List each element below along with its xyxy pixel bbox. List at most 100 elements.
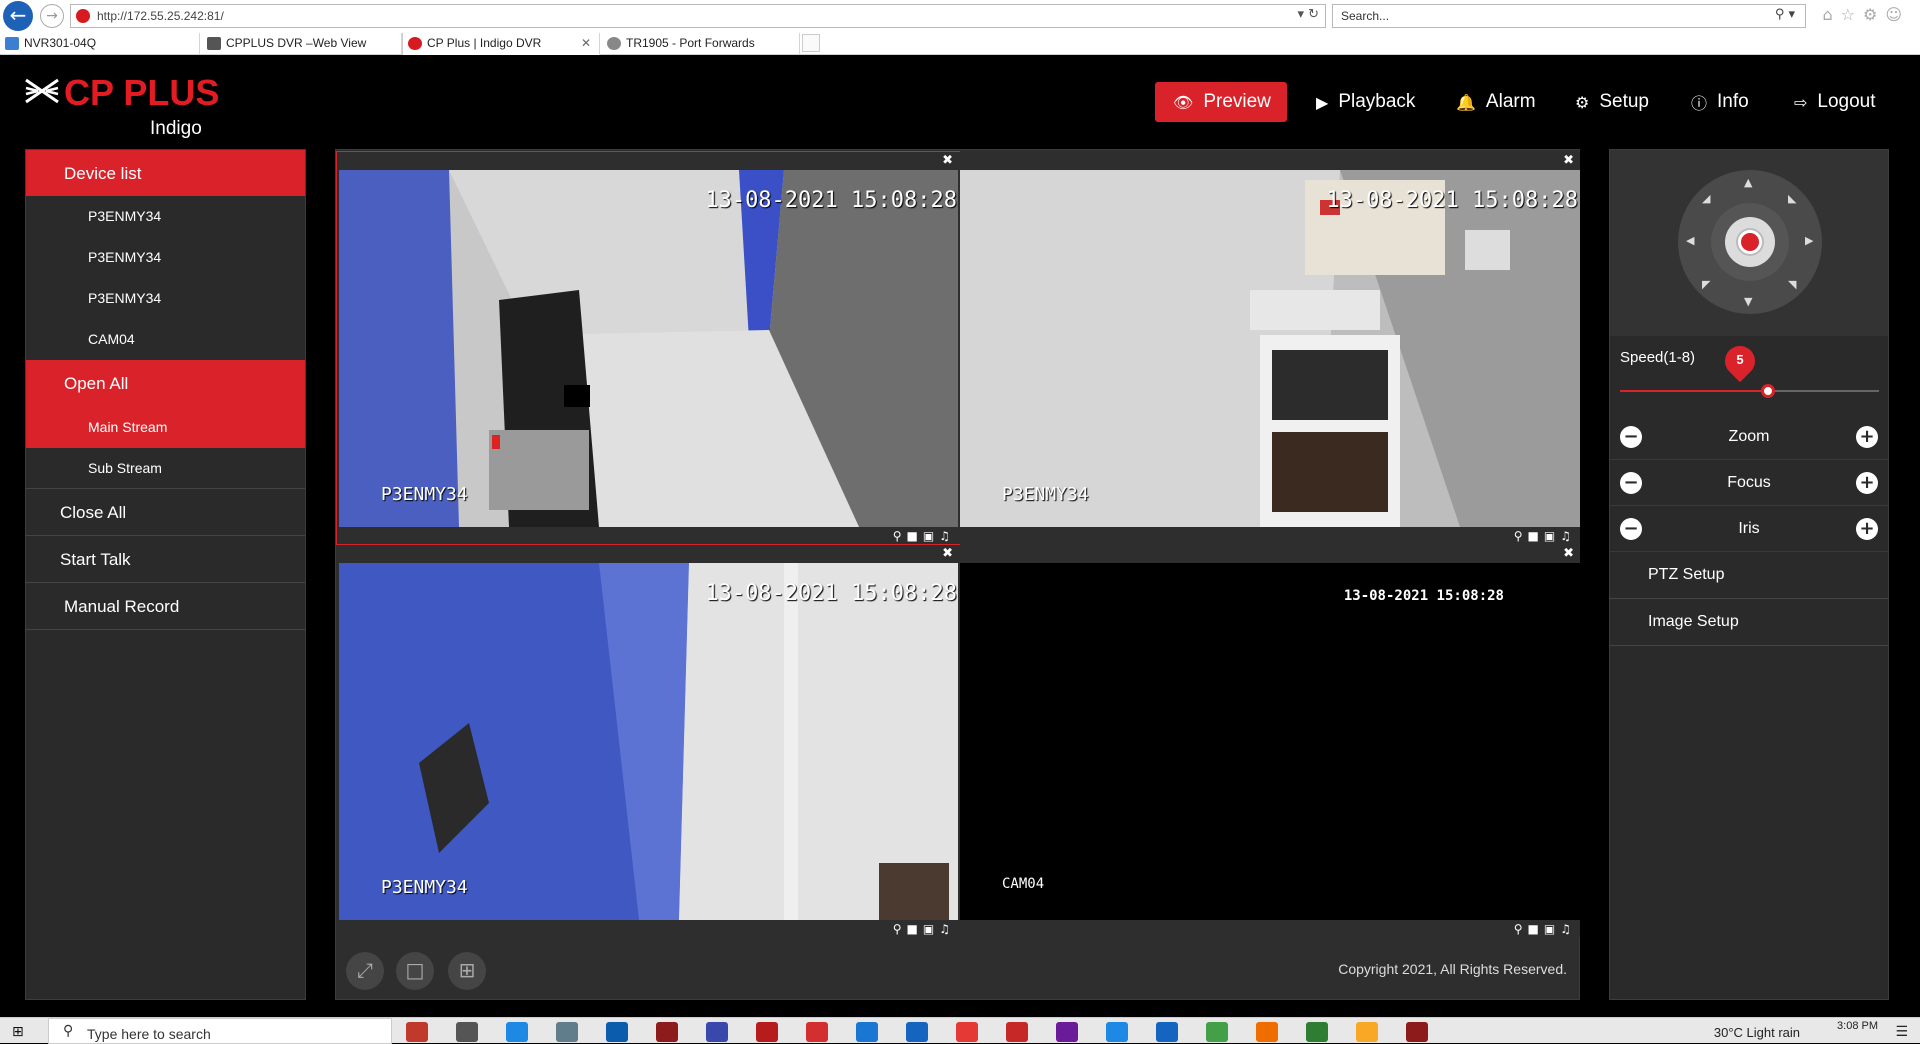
zoom-in-button[interactable]: + bbox=[1856, 426, 1878, 448]
up-left-arrow-icon[interactable]: ◢ bbox=[1702, 192, 1710, 205]
manual-record-button[interactable]: Manual Record bbox=[26, 583, 305, 630]
nav-info[interactable]: ⓘ Info bbox=[1673, 82, 1761, 122]
device-item[interactable]: P3ENMY34 bbox=[26, 237, 305, 278]
camera-feed[interactable]: 13-08-2021 15:08:28 P3ENMY34 bbox=[960, 170, 1580, 527]
video-toolbar-icons[interactable]: ⚲■▣♫ bbox=[893, 922, 955, 936]
file-explorer-icon[interactable] bbox=[1356, 1022, 1378, 1042]
taskbar-clock[interactable]: 3:08 PM bbox=[1837, 1020, 1878, 1032]
nav-logout[interactable]: ⇨ Logout bbox=[1776, 82, 1888, 122]
taskbar-app-icon[interactable] bbox=[706, 1022, 728, 1042]
focus-in-button[interactable]: + bbox=[1856, 472, 1878, 494]
open-all-button[interactable]: Open All bbox=[26, 360, 305, 407]
nav-setup[interactable]: ⚙ Setup bbox=[1557, 82, 1661, 122]
down-right-arrow-icon[interactable]: ◥ bbox=[1788, 278, 1796, 291]
quad-layout-button[interactable]: ⊞ bbox=[448, 952, 486, 990]
taskbar-app-icon[interactable] bbox=[1156, 1022, 1178, 1042]
nav-preview[interactable]: 👁 Preview bbox=[1155, 82, 1287, 122]
video-toolbar-icons[interactable]: ⚲■▣♫ bbox=[1514, 529, 1576, 543]
main-stream-option[interactable]: Main Stream bbox=[26, 407, 305, 448]
osd-camera-name: P3ENMY34 bbox=[381, 877, 468, 898]
taskbar-search-input[interactable]: ⚲ Type here to search bbox=[48, 1018, 392, 1044]
device-item[interactable]: P3ENMY34 bbox=[26, 278, 305, 319]
outlook-icon[interactable] bbox=[606, 1022, 628, 1042]
taskbar-app-icon[interactable] bbox=[556, 1022, 578, 1042]
video-window[interactable]: ✖ 13-08-2021 15:08:28 CAM04 ⚲■▣♫ bbox=[958, 545, 1580, 937]
nav-playback[interactable]: ▶ Playback bbox=[1298, 82, 1427, 122]
taskbar-app-icon[interactable] bbox=[1056, 1022, 1078, 1042]
internet-explorer-icon[interactable] bbox=[1106, 1022, 1128, 1042]
search-icon[interactable]: ⚲ ▾ bbox=[1775, 7, 1795, 22]
speed-slider[interactable] bbox=[1620, 384, 1879, 398]
taskbar-app-icon[interactable] bbox=[956, 1022, 978, 1042]
nav-logout-label: Logout bbox=[1817, 91, 1876, 112]
address-bar[interactable]: http://172.55.25.242:81/ ▾ ↻ bbox=[70, 4, 1326, 28]
video-window[interactable]: ✖ 13-08-2021 15:08:28 P3ENMY34 ⚲■▣♫ bbox=[958, 152, 1580, 544]
close-icon[interactable]: ✖ bbox=[1563, 153, 1574, 168]
down-left-arrow-icon[interactable]: ◤ bbox=[1702, 278, 1710, 291]
iris-open-button[interactable]: + bbox=[1856, 518, 1878, 540]
teamviewer-icon[interactable] bbox=[856, 1022, 878, 1042]
ptz-center-button[interactable] bbox=[1725, 217, 1775, 267]
close-icon[interactable]: ✖ bbox=[942, 153, 953, 168]
record-dot-icon bbox=[1738, 230, 1762, 254]
device-item[interactable]: CAM04 bbox=[26, 319, 305, 360]
fullscreen-button[interactable]: ⤢ bbox=[346, 952, 384, 990]
single-layout-button[interactable]: □ bbox=[396, 952, 434, 990]
taskbar-app-icon[interactable] bbox=[1406, 1022, 1428, 1042]
down-arrow-icon[interactable]: ▼ bbox=[1744, 295, 1752, 308]
device-list-header[interactable]: Device list bbox=[26, 150, 305, 196]
taskbar-app-icon[interactable] bbox=[806, 1022, 828, 1042]
camera-feed[interactable]: 13-08-2021 15:08:28 P3ENMY34 bbox=[339, 170, 959, 527]
camera-feed[interactable]: 13-08-2021 15:08:28 P3ENMY34 bbox=[339, 563, 959, 920]
tab-cpplus-web-view[interactable]: CPPLUS DVR –Web View bbox=[202, 33, 402, 55]
taskbar-app-icon[interactable] bbox=[1306, 1022, 1328, 1042]
right-arrow-icon[interactable]: ▶ bbox=[1805, 234, 1813, 247]
taskbar-app-icon[interactable] bbox=[1006, 1022, 1028, 1042]
camera-feed[interactable]: 13-08-2021 15:08:28 CAM04 bbox=[960, 563, 1580, 920]
video-toolbar-icons[interactable]: ⚲■▣♫ bbox=[1514, 922, 1576, 936]
device-item[interactable]: P3ENMY34 bbox=[26, 196, 305, 237]
firefox-icon[interactable] bbox=[1256, 1022, 1278, 1042]
close-all-button[interactable]: Close All bbox=[26, 489, 305, 536]
nvr-tab-icon bbox=[5, 37, 19, 50]
nav-alarm[interactable]: 🔔 Alarm bbox=[1438, 82, 1548, 122]
tab-port-forwards[interactable]: TR1905 - Port Forwards bbox=[602, 33, 800, 55]
osd-camera-name: P3ENMY34 bbox=[1002, 484, 1089, 505]
speed-slider-thumb[interactable] bbox=[1760, 384, 1775, 398]
windows-start-icon[interactable]: ⊞ bbox=[12, 1024, 28, 1040]
start-talk-button[interactable]: Start Talk bbox=[26, 536, 305, 583]
taskbar-app-icon[interactable] bbox=[906, 1022, 928, 1042]
new-tab-button[interactable] bbox=[802, 34, 820, 52]
tab-cpplus-indigo[interactable]: CP Plus | Indigo DVR ✕ bbox=[402, 33, 600, 55]
browser-search-input[interactable]: Search... ⚲ ▾ bbox=[1332, 4, 1806, 28]
tab-nvr[interactable]: NVR301-04Q bbox=[0, 33, 200, 55]
up-right-arrow-icon[interactable]: ◣ bbox=[1788, 192, 1796, 205]
taskbar-app-icon[interactable] bbox=[656, 1022, 678, 1042]
weather-widget[interactable]: 30°C Light rain bbox=[1714, 1025, 1800, 1040]
up-arrow-icon[interactable]: ▲ bbox=[1744, 176, 1752, 189]
close-icon[interactable]: ✖ bbox=[1563, 546, 1574, 561]
video-window[interactable]: ✖ 13-08-2021 15:08:28 P3ENMY34 ⚲■▣♫ bbox=[336, 151, 960, 545]
chrome-icon[interactable] bbox=[1206, 1022, 1228, 1042]
refresh-icon[interactable]: ▾ ↻ bbox=[1297, 7, 1319, 22]
sub-stream-option[interactable]: Sub Stream bbox=[26, 448, 305, 489]
video-toolbar-icons[interactable]: ⚲■▣♫ bbox=[893, 529, 955, 543]
ptz-direction-pad[interactable]: ▲ ▼ ◀ ▶ ◢ ◣ ◤ ◥ bbox=[1678, 170, 1822, 314]
video-window[interactable]: ✖ 13-08-2021 15:08:28 P3ENMY34 ⚲■▣♫ bbox=[337, 545, 959, 937]
taskbar-app-icon[interactable] bbox=[456, 1022, 478, 1042]
close-tab-icon[interactable]: ✕ bbox=[581, 36, 591, 50]
taskbar-app-icon[interactable] bbox=[406, 1022, 428, 1042]
browser-toolbar-icons[interactable]: ⌂☆⚙☺ bbox=[1822, 5, 1910, 24]
image-setup-link[interactable]: Image Setup bbox=[1610, 599, 1888, 646]
speed-label: Speed(1-8) bbox=[1620, 349, 1696, 366]
notification-icon[interactable]: ☰ bbox=[1895, 1024, 1908, 1040]
tab-strip: NVR301-04Q CPPLUS DVR –Web View CP Plus … bbox=[0, 33, 1920, 55]
forward-button[interactable]: → bbox=[40, 4, 64, 28]
taskbar-app-icon[interactable] bbox=[506, 1022, 528, 1042]
taskbar-search-placeholder: Type here to search bbox=[87, 1026, 211, 1042]
ptz-setup-link[interactable]: PTZ Setup bbox=[1610, 552, 1888, 599]
back-button[interactable]: ← bbox=[3, 1, 33, 31]
taskbar-app-icon[interactable] bbox=[756, 1022, 778, 1042]
left-arrow-icon[interactable]: ◀ bbox=[1686, 234, 1694, 247]
close-icon[interactable]: ✖ bbox=[942, 546, 953, 561]
